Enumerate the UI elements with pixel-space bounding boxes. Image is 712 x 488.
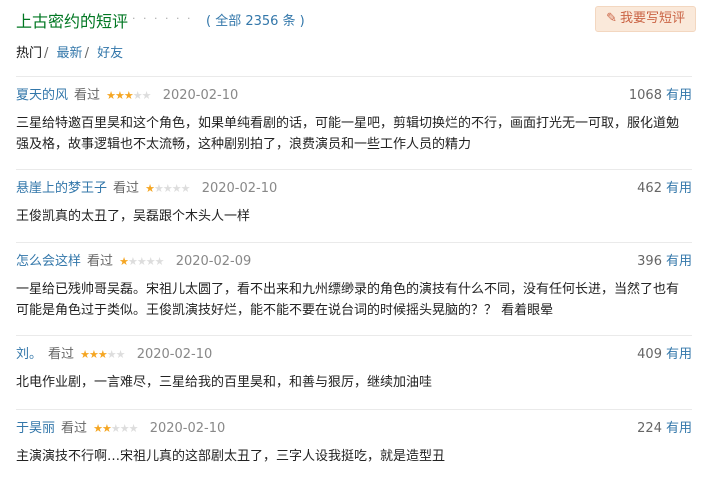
tab-friends[interactable]: 好友 <box>97 46 123 61</box>
star-filled-icon: ★ <box>89 348 99 361</box>
watched-label: 看过 <box>61 421 88 436</box>
useful-button[interactable]: 有用 <box>666 347 692 362</box>
comment-item: 于昊丽 看过 ★★★★★ 2020-02-10 224 有用 主演演技不行啊…宋祖儿… <box>16 409 692 479</box>
comment-date: 2020-02-10 <box>136 347 213 362</box>
watched-label: 看过 <box>74 88 101 103</box>
star-filled-icon: ★ <box>80 348 90 361</box>
comment-item: 悬崖上的梦王子 看过 ★★★★★ 2020-02-10 462 有用 王俊凯真的太丑… <box>16 169 692 242</box>
rating-stars: ★★★★★ <box>93 420 139 438</box>
star-empty-icon: ★ <box>136 255 147 268</box>
comments-header: 上古密约的短评 · · · · · · ( 全部 2356 条 ) ✎ 我要写短评 <box>16 6 696 32</box>
star-empty-icon: ★ <box>145 255 156 268</box>
star-filled-icon: ★ <box>115 89 125 102</box>
star-filled-icon: ★ <box>93 422 103 435</box>
vote-count: 224 <box>637 421 662 436</box>
watched-label: 看过 <box>113 181 140 196</box>
watched-label: 看过 <box>87 254 114 269</box>
comment-item: 刘。 看过 ★★★★★ 2020-02-10 409 有用 北电作业剧，一言难尽，三… <box>16 335 692 409</box>
useful-button[interactable]: 有用 <box>666 181 692 196</box>
comment-date: 2020-02-09 <box>175 254 252 269</box>
star-empty-icon: ★ <box>132 89 143 102</box>
comment-item: 怎么会这样 看过 ★★★★★ 2020-02-09 396 有用 一星给已残帅哥吴磊… <box>16 242 692 335</box>
vote-count: 462 <box>637 181 662 196</box>
comment-username[interactable]: 悬崖上的梦王子 <box>16 181 107 196</box>
star-empty-icon: ★ <box>128 422 139 435</box>
comment-item: 夏天的风 看过 ★★★★★ 2020-02-10 1068 有用 三星给特邀百里昊和… <box>16 76 692 169</box>
star-filled-icon: ★ <box>106 89 116 102</box>
pencil-icon: ✎ <box>606 11 617 26</box>
comment-text: 王俊凯真的太丑了，吴磊跟个木头人一样 <box>16 209 251 224</box>
comment-date: 2020-02-10 <box>149 421 226 436</box>
star-empty-icon: ★ <box>171 182 182 195</box>
page-title: 上古密约的短评 <box>16 12 129 31</box>
watched-label: 看过 <box>48 347 75 362</box>
vote-count: 409 <box>637 347 662 362</box>
comment-date: 2020-02-10 <box>162 88 239 103</box>
comment-username[interactable]: 怎么会这样 <box>16 254 81 269</box>
sort-tabs: 热门 / 最新 / 好友 <box>16 46 124 61</box>
title-dots: · · · · · · <box>132 12 193 25</box>
star-empty-icon: ★ <box>162 182 173 195</box>
comment-text: 一星给已残帅哥吴磊。宋祖儿太圆了，看不出来和九州缥缈录的角色的演技有什么不同，没… <box>16 282 680 318</box>
vote-count: 1068 <box>628 88 662 103</box>
comment-list: 夏天的风 看过 ★★★★★ 2020-02-10 1068 有用 三星给特邀百里昊和… <box>16 76 692 479</box>
star-filled-icon: ★ <box>145 182 155 195</box>
comment-text: 北电作业剧，一言难尽，三星给我的百里昊和，和善与狠厉，继续加油哇 <box>16 375 433 390</box>
comment-text: 三星给特邀百里昊和这个角色，如果单纯看剧的话，可能一星吧，剪辑切换烂的不行，画面… <box>16 116 680 152</box>
comment-text: 主演演技不行啊…宋祖儿真的这部剧太丑了，三字人设我挺吃，就是造型丑 <box>16 449 446 464</box>
vote-count-area: 409 有用 <box>637 346 692 364</box>
vote-count-area: 396 有用 <box>637 253 692 271</box>
star-filled-icon: ★ <box>97 348 108 361</box>
star-empty-icon: ★ <box>180 182 191 195</box>
comment-username[interactable]: 于昊丽 <box>16 421 55 436</box>
rating-stars: ★★★★★ <box>106 87 152 105</box>
star-filled-icon: ★ <box>102 422 112 435</box>
useful-button[interactable]: 有用 <box>666 88 692 103</box>
comment-date: 2020-02-10 <box>201 181 278 196</box>
vote-count-area: 1068 有用 <box>629 87 692 105</box>
rating-stars: ★★★★★ <box>119 253 165 271</box>
vote-count-area: 224 有用 <box>637 420 692 438</box>
vote-count-area: 462 有用 <box>637 180 692 198</box>
star-empty-icon: ★ <box>154 182 164 195</box>
vote-count: 396 <box>637 254 662 269</box>
useful-button[interactable]: 有用 <box>666 254 692 269</box>
star-empty-icon: ★ <box>115 348 126 361</box>
star-empty-icon: ★ <box>154 255 165 268</box>
rating-stars: ★★★★★ <box>80 346 126 364</box>
star-empty-icon: ★ <box>128 255 138 268</box>
all-comments-link[interactable]: ( 全部 2356 条 ) <box>206 10 305 29</box>
write-comment-label: 我要写短评 <box>619 11 685 26</box>
comment-username[interactable]: 夏天的风 <box>16 88 68 103</box>
useful-button[interactable]: 有用 <box>666 421 692 436</box>
star-filled-icon: ★ <box>119 255 129 268</box>
comment-username[interactable]: 刘。 <box>16 347 42 362</box>
write-comment-button[interactable]: ✎ 我要写短评 <box>595 6 696 32</box>
tab-hot[interactable]: 热门 <box>16 46 42 61</box>
tab-latest[interactable]: 最新 <box>57 46 83 61</box>
star-empty-icon: ★ <box>119 422 130 435</box>
star-filled-icon: ★ <box>123 89 134 102</box>
star-empty-icon: ★ <box>141 89 152 102</box>
star-empty-icon: ★ <box>110 422 121 435</box>
star-empty-icon: ★ <box>106 348 117 361</box>
rating-stars: ★★★★★ <box>145 180 191 198</box>
